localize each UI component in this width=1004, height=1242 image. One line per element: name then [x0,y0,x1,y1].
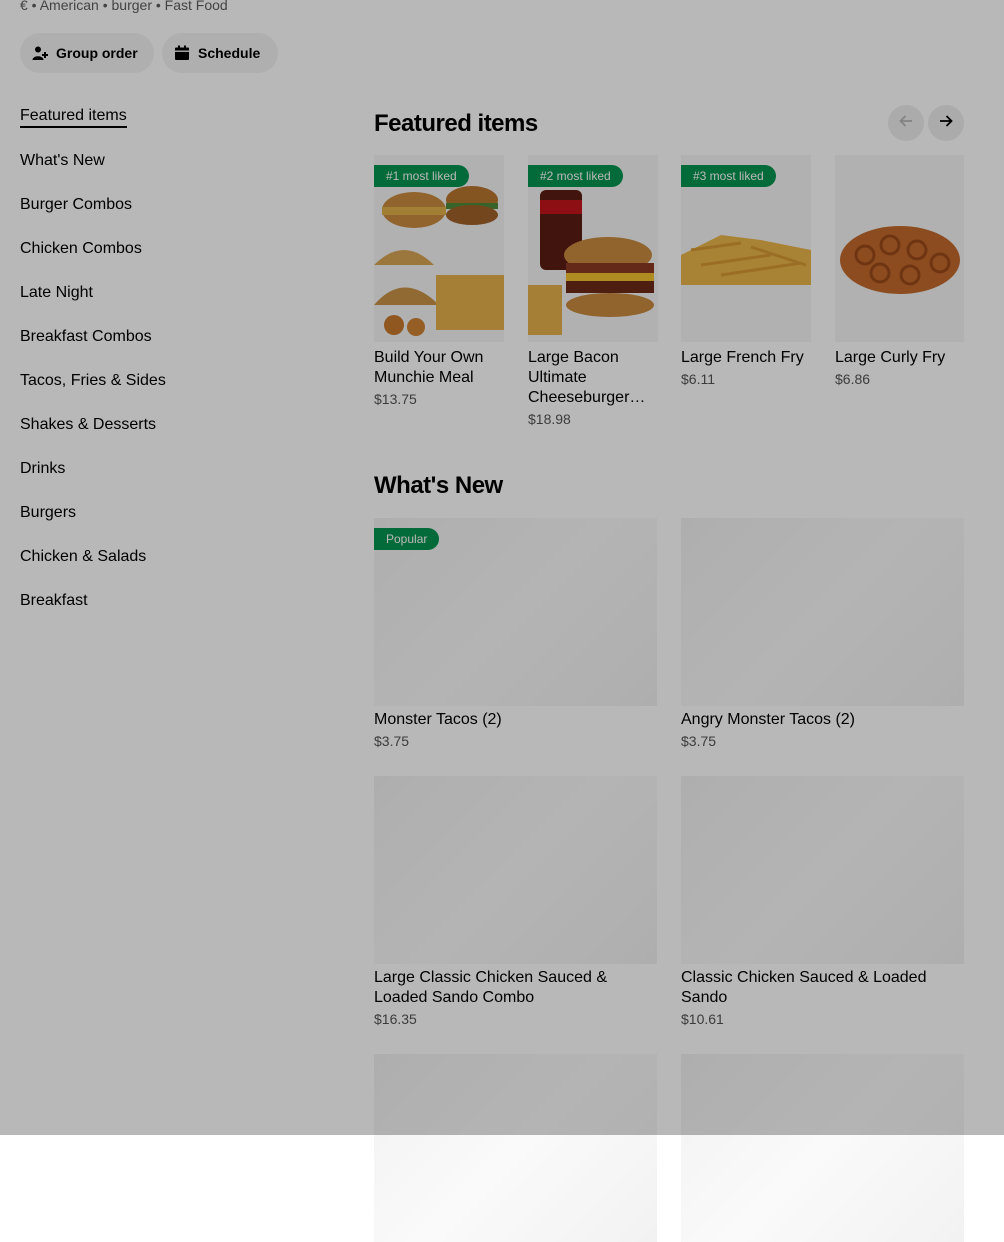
featured-item-card[interactable]: #2 most liked Large Bacon Ultimate Chees… [528,155,658,427]
menu-item-image: Popular [374,518,657,706]
featured-item-price: $18.98 [528,411,571,427]
nav-item-chicken-combos[interactable]: Chicken Combos [20,227,320,271]
menu-item-price: $16.35 [374,1011,417,1027]
featured-item-name: Large French Fry [681,349,804,366]
featured-item-price: $13.75 [374,391,417,407]
schedule-label: Schedule [198,45,261,61]
featured-item-price: $6.86 [835,371,871,387]
nav-item-breakfast-combos[interactable]: Breakfast Combos [20,315,320,359]
nav-item-whats-new[interactable]: What's New [20,139,320,183]
featured-item-card[interactable]: Large Curly Fry $6.86 [835,155,964,387]
menu-item-price: $3.75 [374,733,410,749]
featured-items-heading: Featured items [374,110,538,137]
featured-item-name: Build Your Own Munchie Meal [374,349,484,386]
whats-new-heading: What's New [374,472,503,499]
featured-carousel: #1 most liked Build Your Own Munchie Mea… [374,155,964,445]
arrow-left-icon [898,113,914,134]
menu-item-card[interactable]: Large Classic Chicken Sauced & Loaded Sa… [374,776,657,1027]
nav-item-shakes-desserts[interactable]: Shakes & Desserts [20,403,320,447]
menu-item-price: $3.75 [681,733,717,749]
menu-item-name: Classic Chicken Sauced & Loaded Sando [681,969,927,1006]
calendar-icon [174,45,190,61]
menu-item-image [374,776,657,964]
featured-item-name: Large Curly Fry [835,349,946,366]
featured-item-image: #1 most liked [374,155,504,342]
rank-badge: #3 most liked [681,165,776,187]
rank-badge: #2 most liked [528,165,623,187]
store-meta-line: € • American • burger • Fast Food [20,0,228,13]
featured-item-image [835,155,964,342]
menu-item-card-placeholder[interactable] [374,1054,657,1242]
nav-item-drinks[interactable]: Drinks [20,447,320,491]
featured-item-image: #3 most liked [681,155,811,342]
nav-item-burger-combos[interactable]: Burger Combos [20,183,320,227]
menu-item-card[interactable]: Angry Monster Tacos (2) $3.75 [681,518,964,749]
schedule-button[interactable]: Schedule [162,33,278,73]
carousel-next-button[interactable] [928,105,964,141]
category-nav: Featured items What's New Burger Combos … [20,95,320,623]
menu-item-card[interactable]: Popular Monster Tacos (2) $3.75 [374,518,657,749]
featured-item-card[interactable]: #3 most liked Large French Fry $6.11 [681,155,811,387]
featured-item-image: #2 most liked [528,155,658,342]
menu-item-price: $10.61 [681,1011,724,1027]
rank-badge: #1 most liked [374,165,469,187]
featured-item-name: Large Bacon Ultimate Cheeseburger™ Combo [528,349,646,406]
menu-item-name: Large Classic Chicken Sauced & Loaded Sa… [374,969,608,1006]
menu-item-card[interactable]: Classic Chicken Sauced & Loaded Sando $1… [681,776,964,1027]
menu-item-image [681,776,964,964]
menu-item-name: Monster Tacos (2) [374,711,502,728]
nav-item-breakfast[interactable]: Breakfast [20,579,320,623]
nav-item-late-night[interactable]: Late Night [20,271,320,315]
menu-item-image [374,1054,657,1242]
featured-item-price: $6.11 [681,371,715,387]
nav-item-tacos-fries-sides[interactable]: Tacos, Fries & Sides [20,359,320,403]
menu-item-card-placeholder[interactable] [681,1054,964,1242]
carousel-prev-button[interactable] [888,105,924,141]
person-plus-icon [32,45,48,61]
group-order-button[interactable]: Group order [20,33,154,73]
popular-badge: Popular [374,528,440,550]
menu-item-image [681,518,964,706]
nav-item-chicken-salads[interactable]: Chicken & Salads [20,535,320,579]
arrow-right-icon [938,113,954,134]
nav-item-featured-items[interactable]: Featured items [20,95,320,139]
menu-item-image [681,1054,964,1242]
nav-item-burgers[interactable]: Burgers [20,491,320,535]
menu-item-name: Angry Monster Tacos (2) [681,711,855,728]
group-order-label: Group order [56,45,138,61]
featured-item-card[interactable]: #1 most liked Build Your Own Munchie Mea… [374,155,504,407]
